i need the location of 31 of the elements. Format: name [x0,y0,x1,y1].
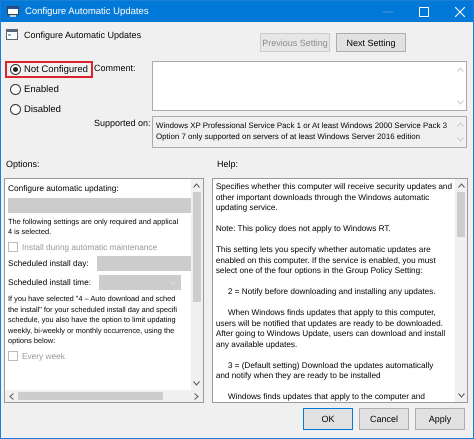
help-text: other important downloads through the Windows automatic [216,192,430,203]
help-text: When Windows finds updates that apply to this computer, [226,308,437,318]
help-text: and notify when they are ready to be installed [216,371,382,382]
help-label: Help: [217,159,240,171]
window-title: Configure Automatic Updates [25,6,149,17]
dialog-button[interactable]: Apply [415,408,465,430]
help-text: Note: This policy does not apply to Windows RT. [216,224,392,234]
help-text: After going to Windows Update, users can download and install [216,329,446,340]
option-label: Scheduled install time: [8,277,92,288]
help-text: Windows finds updates that apply to the computer and [226,392,426,402]
state-radio[interactable]: Enabled [5,81,64,98]
dialog-button[interactable]: OK [303,408,353,430]
option-label: Configure automatic updating: [8,183,120,194]
help-text: enabled on this computer. If the service is enabled, you must [216,256,437,266]
help-text: This setting lets you specify whether automatic updates are [216,245,432,256]
help-text: 2 = Notify before downloading and installing any updates. [226,287,437,298]
option-label: Scheduled install day: [8,258,89,269]
dialog-button[interactable]: Cancel [359,408,409,430]
field-label: Supported on: [93,117,152,130]
help-text: 3 = (Default setting) Download the updates automatically [226,360,434,371]
help-text: any available updates. [216,340,298,350]
options-label: Options: [6,159,41,171]
state-radio[interactable]: Disabled [5,101,66,118]
help-text: Specifies whether this computer will receive security updates and [216,182,452,192]
state-radio[interactable]: Not Configured [5,61,93,78]
nav-button[interactable]: Next Setting [336,33,406,52]
help-text: users will be notified that updates are ready to be downloaded. [216,318,444,329]
help-text: updating service. [216,203,279,214]
help-text: select one of the four options in the Group Policy Setting: [216,266,424,276]
field-label: Comment: [93,62,137,75]
policy-title: Configure Automatic Updates [24,30,142,40]
